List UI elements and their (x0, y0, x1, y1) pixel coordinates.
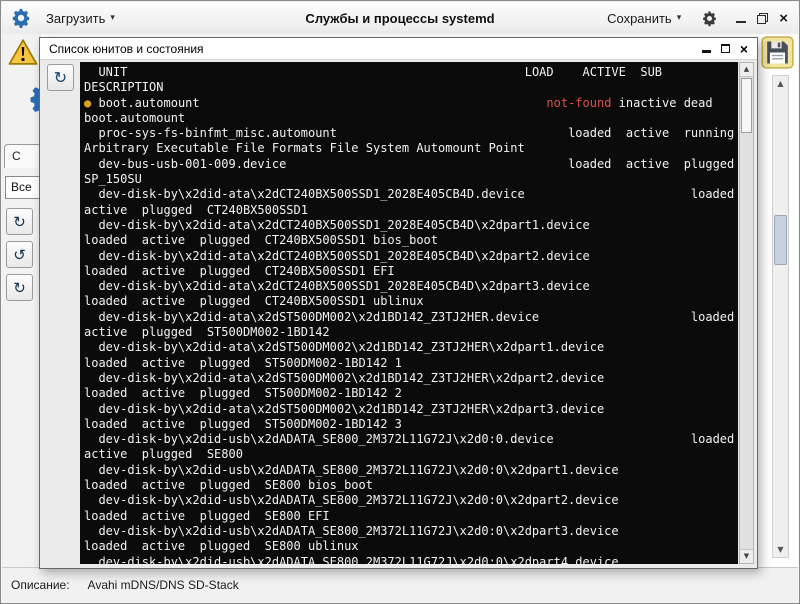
scroll-down-icon[interactable]: ▼ (773, 543, 788, 556)
terminal-line: dev-disk-by\x2did-ata\x2dCT240BX500SSD1_… (84, 218, 738, 233)
dialog-titlebar[interactable]: Список юнитов и состояния × (40, 38, 757, 60)
terminal-line: UNIT LOAD ACTIVE SUB (84, 65, 738, 80)
terminal-line: boot.automount (84, 111, 738, 126)
main-scrollbar-thumb[interactable] (774, 215, 787, 265)
app-window: Загрузить ▾ Службы и процессы systemd Со… (0, 0, 800, 604)
terminal-line: dev-disk-by\x2did-ata\x2dCT240BX500SSD1_… (84, 279, 738, 294)
terminal-line: proc-sys-fs-binfmt_misc.automount loaded… (84, 126, 738, 141)
terminal-line: dev-disk-by\x2did-ata\x2dST500DM002\x2d1… (84, 371, 738, 386)
terminal-line: loaded active plugged SE800 ublinux (84, 539, 738, 554)
unit-list-output: UNIT LOAD ACTIVE SUBDESCRIPTION● boot.au… (80, 62, 738, 564)
terminal-line: active plugged CT240BX500SSD1 (84, 203, 738, 218)
save-file-icon[interactable] (761, 36, 794, 69)
redo-refresh-button[interactable]: ↻ (6, 274, 33, 301)
dialog-maximize-button[interactable] (721, 44, 730, 53)
units-dialog: Список юнитов и состояния × ↻ UNIT LOAD … (39, 37, 758, 569)
terminal-line: loaded active plugged CT240BX500SSD1 bio… (84, 233, 738, 248)
load-button-label: Загрузить (46, 11, 105, 26)
status-bar: Описание: Avahi mDNS/DNS SD-Stack (2, 567, 798, 602)
restore-button[interactable] (757, 13, 768, 24)
chevron-down-icon: ▾ (110, 13, 115, 23)
terminal-line: dev-disk-by\x2did-usb\x2dADATA_SE800_2M3… (84, 524, 738, 539)
settings-gear-icon[interactable] (701, 10, 718, 27)
dialog-body: ↻ UNIT LOAD ACTIVE SUBDESCRIPTION● boot.… (40, 59, 757, 568)
main-toolbar: Загрузить ▾ Службы и процессы systemd Со… (2, 2, 798, 35)
terminal-line: loaded active plugged ST500DM002-1BD142 … (84, 356, 738, 371)
refresh-button[interactable]: ↻ (6, 208, 33, 235)
terminal-scroll-up-icon[interactable]: ▲ (740, 63, 753, 77)
terminal-line: dev-disk-by\x2did-ata\x2dST500DM002\x2d1… (84, 340, 738, 355)
terminal-line: dev-bus-usb-001-009.device loaded active… (84, 157, 738, 172)
main-scrollbar[interactable]: ▲ ▼ (772, 75, 789, 558)
dialog-close-button[interactable]: × (740, 44, 748, 54)
app-logo-gear-icon (10, 7, 32, 29)
terminal-line: SP_150SU (84, 172, 738, 187)
terminal-line: dev-disk-by\x2did-ata\x2dST500DM002\x2d1… (84, 402, 738, 417)
terminal-line: loaded active plugged SE800 EFI (84, 509, 738, 524)
window-controls: × (736, 13, 788, 24)
terminal-line: active plugged ST500DM002-1BD142 (84, 325, 738, 340)
terminal-line: Arbitrary Executable File Formats File S… (84, 141, 738, 156)
save-button[interactable]: Сохранить ▾ (599, 7, 689, 30)
terminal-line: DESCRIPTION (84, 80, 738, 95)
save-button-label: Сохранить (607, 11, 672, 26)
dialog-window-controls: × (702, 44, 757, 54)
terminal-line: dev-disk-by\x2did-ata\x2dST500DM002\x2d1… (84, 310, 738, 325)
window-title: Службы и процессы systemd (305, 11, 494, 26)
dialog-minimize-button[interactable] (702, 44, 711, 53)
terminal-scroll-down-icon[interactable]: ▼ (740, 549, 753, 563)
scroll-up-icon[interactable]: ▲ (773, 77, 788, 90)
chevron-down-icon: ▾ (677, 13, 682, 23)
dialog-title: Список юнитов и состояния (40, 42, 204, 56)
description-value: Avahi mDNS/DNS SD-Stack (88, 578, 239, 592)
terminal-line: dev-disk-by\x2did-usb\x2dADATA_SE800_2M3… (84, 463, 738, 478)
terminal-line: loaded active plugged ST500DM002-1BD142 … (84, 417, 738, 432)
terminal-line: loaded active plugged ST500DM002-1BD142 … (84, 386, 738, 401)
terminal-line: dev-disk-by\x2did-ata\x2dCT240BX500SSD1_… (84, 187, 738, 202)
terminal-line: loaded active plugged SE800 bios_boot (84, 478, 738, 493)
toolbar-right-group: Сохранить ▾ × (593, 7, 798, 30)
terminal-line: ● boot.automount not-found inactive dead (84, 96, 738, 111)
terminal-line: active plugged SE800 (84, 447, 738, 462)
terminal-scrollbar[interactable]: ▲ ▼ (739, 62, 754, 564)
terminal-line: loaded active plugged CT240BX500SSD1 EFI (84, 264, 738, 279)
close-button[interactable]: × (779, 13, 788, 24)
load-button[interactable]: Загрузить ▾ (38, 7, 123, 30)
description-label: Описание: (11, 578, 70, 592)
dialog-refresh-button[interactable]: ↻ (47, 64, 74, 91)
undo-refresh-button[interactable]: ↺ (6, 241, 33, 268)
warning-icon (8, 38, 38, 66)
terminal-line: dev-disk-by\x2did-usb\x2dADATA_SE800_2M3… (84, 555, 738, 565)
terminal-scrollbar-thumb[interactable] (741, 78, 752, 133)
terminal-line: loaded active plugged CT240BX500SSD1 ubl… (84, 294, 738, 309)
terminal-line: dev-disk-by\x2did-usb\x2dADATA_SE800_2M3… (84, 493, 738, 508)
terminal-line: dev-disk-by\x2did-usb\x2dADATA_SE800_2M3… (84, 432, 738, 447)
terminal-line: dev-disk-by\x2did-ata\x2dCT240BX500SSD1_… (84, 249, 738, 264)
minimize-button[interactable] (736, 13, 746, 23)
